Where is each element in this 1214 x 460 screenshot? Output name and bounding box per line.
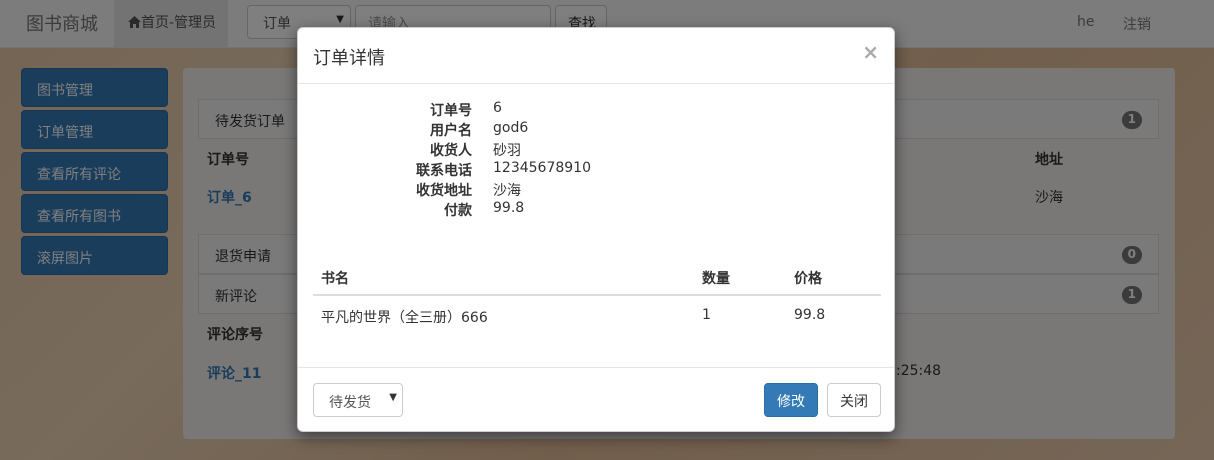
detail-value: 沙海 (493, 183, 521, 199)
detail-row-address: 收货地址 沙海 (298, 180, 894, 200)
detail-value: 砂羽 (493, 143, 521, 159)
order-status-select[interactable]: 待发货 ▼ (313, 383, 403, 417)
detail-label: 收货人 (430, 143, 472, 159)
detail-label: 收货地址 (416, 183, 472, 199)
divider (298, 83, 894, 84)
detail-value: 12345678910 (493, 160, 591, 176)
item-quantity: 1 (702, 307, 711, 323)
order-status-value: 待发货 (329, 395, 371, 411)
detail-row-payment: 付款 99.8 (298, 200, 894, 220)
col-price: 价格 (794, 271, 822, 287)
detail-row-phone: 联系电话 12345678910 (298, 160, 894, 180)
detail-label: 订单号 (430, 103, 472, 119)
detail-value: 99.8 (493, 200, 525, 216)
detail-label: 用户名 (430, 123, 472, 139)
col-book-name: 书名 (321, 271, 349, 287)
close-button[interactable]: 关闭 (827, 383, 881, 417)
detail-value: 6 (493, 100, 502, 116)
detail-row-receiver: 收货人 砂羽 (298, 140, 894, 160)
divider (298, 367, 894, 368)
detail-value: god6 (493, 120, 529, 136)
detail-row-username: 用户名 god6 (298, 120, 894, 140)
modal-title: 订单详情 (313, 48, 385, 69)
table-header-divider (313, 294, 881, 296)
order-detail-modal: 订单详情 × 订单号 6 用户名 god6 收货人 砂羽 联系电话 123456… (297, 27, 895, 432)
caret-down-icon: ▼ (389, 392, 397, 403)
close-icon[interactable]: × (862, 40, 879, 64)
item-price: 99.8 (794, 307, 826, 323)
detail-label: 付款 (444, 203, 472, 219)
detail-label: 联系电话 (416, 163, 472, 179)
detail-row-order-id: 订单号 6 (298, 100, 894, 120)
modify-button[interactable]: 修改 (764, 383, 818, 417)
item-book-name: 平凡的世界（全三册）666 (321, 310, 488, 326)
col-quantity: 数量 (702, 271, 730, 287)
